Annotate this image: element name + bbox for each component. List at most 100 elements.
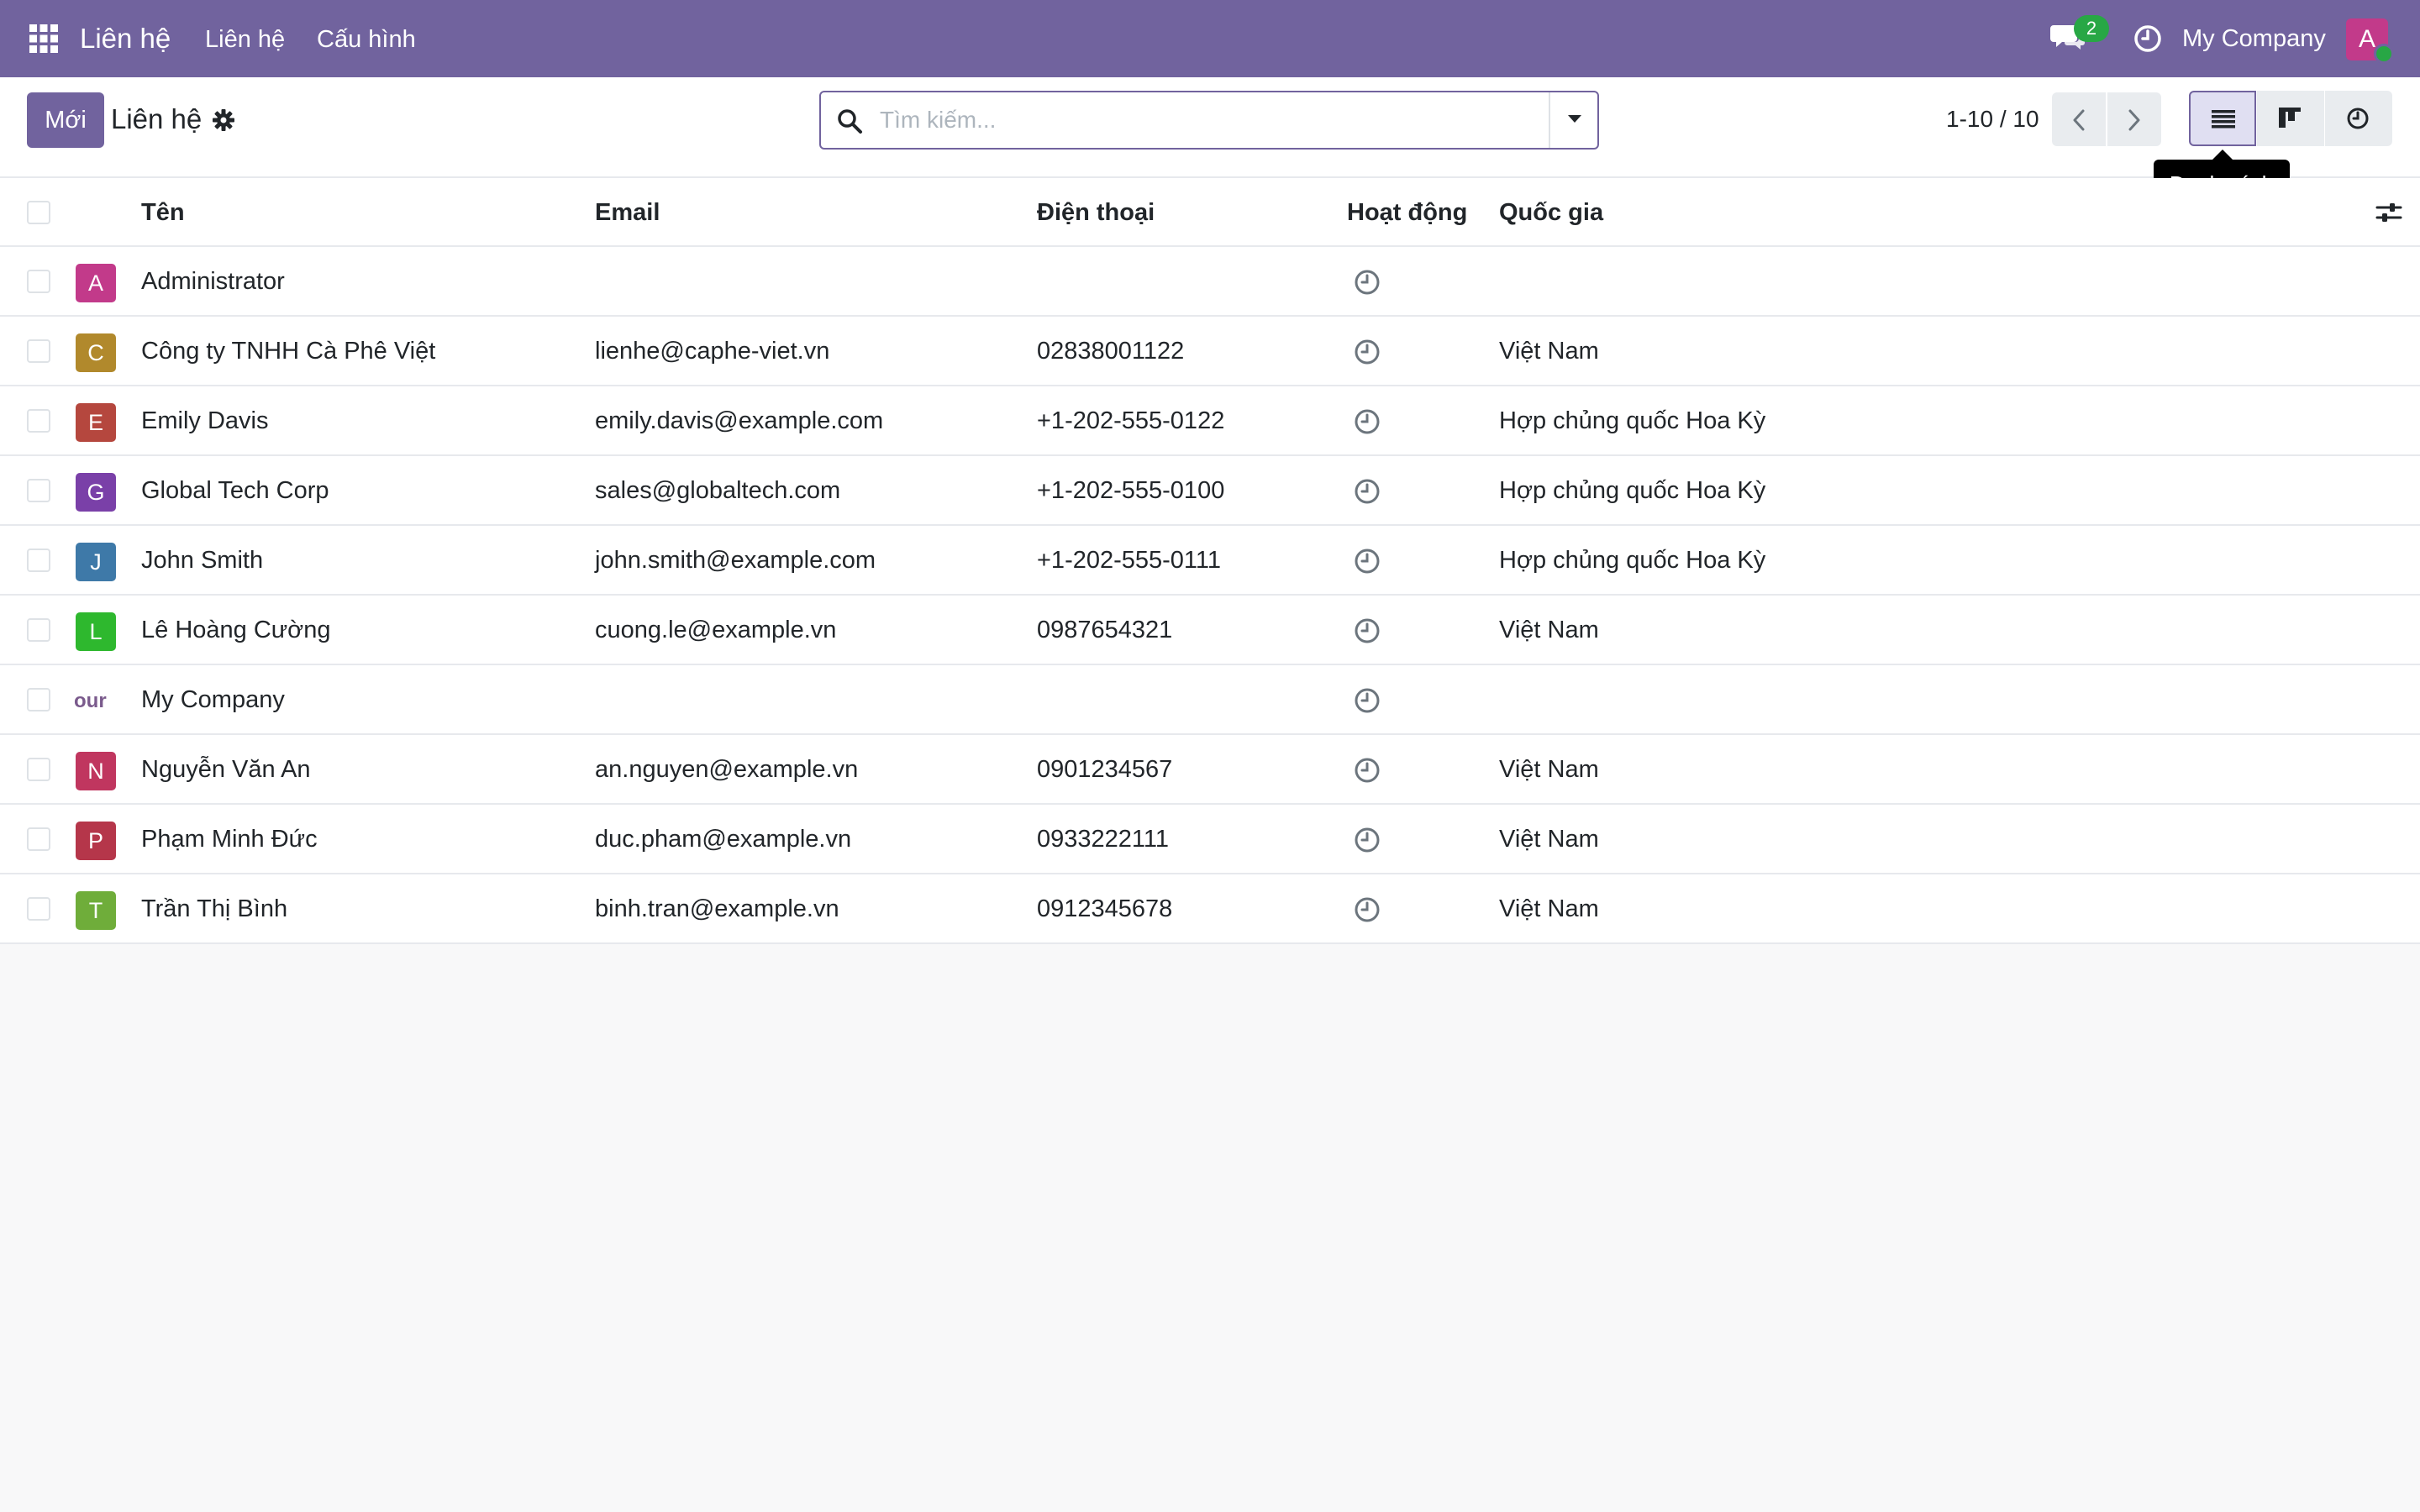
contact-name: Emily Davis <box>141 407 269 434</box>
contact-phone: 0901234567 <box>1037 756 1173 783</box>
contact-avatar: our l <box>74 690 107 712</box>
search-input[interactable] <box>880 101 1518 139</box>
activity-clock-icon[interactable] <box>1354 408 1381 435</box>
apps-menu-icon[interactable] <box>29 24 59 54</box>
caret-down-icon <box>1568 115 1581 123</box>
table-row[interactable]: our l My Company <box>0 665 2420 735</box>
contact-name: Nguyễn Văn An <box>141 756 311 783</box>
kanban-icon <box>2279 108 2301 128</box>
table-row[interactable]: L Lê Hoàng Cường cuong.le@example.vn 098765… <box>0 596 2420 665</box>
row-checkbox[interactable] <box>27 339 50 363</box>
activity-clock-icon[interactable] <box>1354 548 1381 575</box>
contact-phone: 0912345678 <box>1037 895 1173 922</box>
header-phone[interactable]: Điện thoại <box>1037 197 1155 228</box>
contact-country: Hợp chủng quốc Hoa Kỳ <box>1499 477 1766 504</box>
contact-phone: +1-202-555-0111 <box>1037 547 1222 574</box>
contact-email: binh.tran@example.vn <box>595 895 839 922</box>
company-switcher[interactable]: My Company <box>2182 24 2326 54</box>
contact-email: cuong.le@example.vn <box>595 617 837 643</box>
contact-avatar: A <box>76 264 116 302</box>
activity-clock-icon[interactable] <box>1354 896 1381 923</box>
pager-previous-button[interactable] <box>2052 92 2106 146</box>
contact-country: Hợp chủng quốc Hoa Kỳ <box>1499 407 1766 434</box>
contact-email: emily.davis@example.com <box>595 407 884 434</box>
contact-name: John Smith <box>141 547 264 574</box>
column-settings-icon[interactable] <box>2375 198 2403 227</box>
app-name[interactable]: Liên hệ <box>80 22 171 55</box>
menu-contacts[interactable]: Liên hệ <box>205 24 285 55</box>
contact-name: Administrator <box>141 268 285 295</box>
activity-clock-icon[interactable] <box>1354 827 1381 853</box>
chevron-left-icon <box>2073 109 2085 131</box>
row-checkbox[interactable] <box>27 479 50 502</box>
contact-avatar: C <box>76 333 116 372</box>
contact-phone: 0933222111 <box>1037 826 1169 853</box>
header-email[interactable]: Email <box>595 197 660 228</box>
menu-configuration[interactable]: Cấu hình <box>317 24 416 55</box>
header-country[interactable]: Quốc gia <box>1499 197 1603 228</box>
list-icon <box>2212 110 2235 129</box>
table-row[interactable]: C Công ty TNHH Cà Phê Việt lienhe@caphe-vi… <box>0 317 2420 386</box>
contact-country: Việt Nam <box>1499 826 1599 853</box>
row-checkbox[interactable] <box>27 897 50 921</box>
contact-email: sales@globaltech.com <box>595 477 841 504</box>
contact-name: Lê Hoàng Cường <box>141 617 331 643</box>
contact-country: Việt Nam <box>1499 338 1599 365</box>
kanban-view-button[interactable] <box>2257 91 2324 146</box>
table-row[interactable]: J John Smith john.smith@example.com +1-202-… <box>0 526 2420 596</box>
row-checkbox[interactable] <box>27 758 50 781</box>
row-checkbox[interactable] <box>27 270 50 293</box>
contact-avatar: P <box>76 822 116 860</box>
activity-clock-icon[interactable] <box>1354 617 1381 644</box>
page-title[interactable]: Liên hệ <box>111 101 202 138</box>
contact-country: Việt Nam <box>1499 617 1599 643</box>
contact-phone: 0987654321 <box>1037 617 1173 643</box>
search-options-toggle[interactable] <box>1549 92 1597 148</box>
new-button[interactable]: Mới <box>27 92 104 148</box>
pager-next-button[interactable] <box>2107 92 2161 146</box>
control-panel: Mới Liên hệ Tìm kiếm... 1-10 / 10 <box>0 77 2420 178</box>
row-checkbox[interactable] <box>27 409 50 433</box>
table-row[interactable]: P Phạm Minh Đức duc.pham@example.vn 0933222… <box>0 805 2420 874</box>
online-status-dot <box>2374 44 2394 64</box>
tooltip-arrow <box>2212 150 2233 160</box>
contact-name: Trần Thị Bình <box>141 895 288 922</box>
contact-phone: +1-202-555-0122 <box>1037 407 1225 434</box>
activity-clock-icon[interactable] <box>1354 269 1381 296</box>
table-row[interactable]: N Nguyễn Văn An an.nguyen@example.vn 090123… <box>0 735 2420 805</box>
activity-clock-icon[interactable] <box>1354 339 1381 365</box>
contact-phone: +1-202-555-0100 <box>1037 477 1225 504</box>
contact-avatar: G <box>76 473 116 512</box>
row-checkbox[interactable] <box>27 827 50 851</box>
contact-avatar: E <box>76 403 116 442</box>
gear-icon[interactable] <box>212 108 235 132</box>
activity-clock-icon[interactable] <box>1354 757 1381 784</box>
header-activity[interactable]: Hoạt động <box>1347 197 1467 228</box>
activity-clock-icon[interactable] <box>1354 478 1381 505</box>
table-row[interactable]: A Administrator <box>0 247 2420 317</box>
header-name[interactable]: Tên <box>141 197 185 228</box>
select-all-checkbox[interactable] <box>27 201 50 224</box>
contact-avatar: L <box>76 612 116 651</box>
chat-count-badge: 2 <box>2074 15 2109 42</box>
table-header: Tên Email Điện thoại Hoạt động Quốc gia <box>0 178 2420 247</box>
contact-email: john.smith@example.com <box>595 547 876 574</box>
table-row[interactable]: T Trần Thị Bình binh.tran@example.vn 091234… <box>0 874 2420 944</box>
contact-name: Global Tech Corp <box>141 477 329 504</box>
contact-avatar: N <box>76 752 116 790</box>
table-row[interactable]: G Global Tech Corp sales@globaltech.com +1-… <box>0 456 2420 526</box>
pager-value[interactable]: 1-10 / 10 <box>1946 102 2039 136</box>
activity-view-button[interactable] <box>2325 91 2392 146</box>
clock-icon <box>2347 108 2369 129</box>
row-checkbox[interactable] <box>27 688 50 711</box>
table-row[interactable]: E Emily Davis emily.davis@example.com +1-20… <box>0 386 2420 456</box>
list-view-button[interactable] <box>2189 91 2256 146</box>
contact-email: duc.pham@example.vn <box>595 826 852 853</box>
row-checkbox[interactable] <box>27 618 50 642</box>
row-checkbox[interactable] <box>27 549 50 572</box>
contacts-list-table: Tên Email Điện thoại Hoạt động Quốc gia … <box>0 178 2420 944</box>
activity-clock-icon[interactable] <box>2133 24 2163 54</box>
activity-clock-icon[interactable] <box>1354 687 1381 714</box>
contact-country: Hợp chủng quốc Hoa Kỳ <box>1499 547 1766 574</box>
top-navbar: Liên hệ Liên hệ Cấu hình 2 My Company A <box>0 0 2420 77</box>
